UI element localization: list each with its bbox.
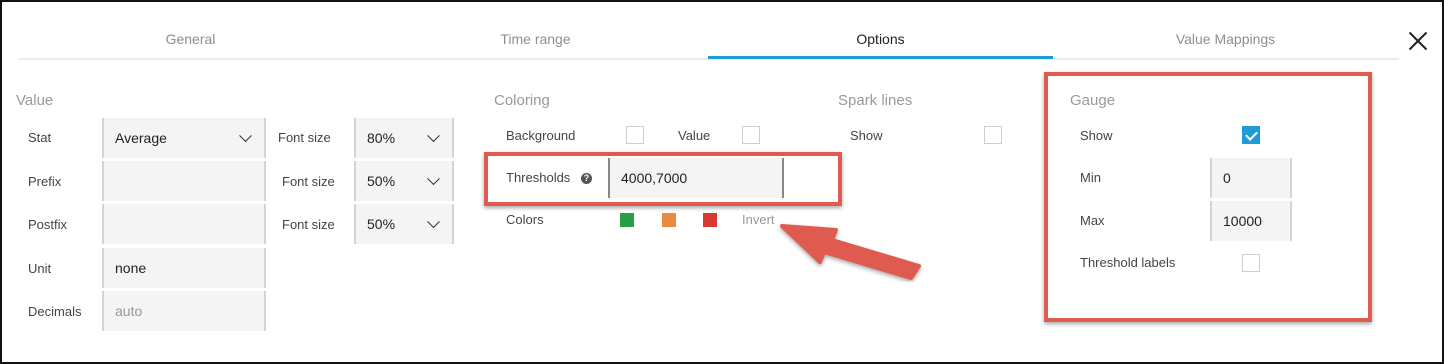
prefix-font-size-select[interactable]: 50% bbox=[354, 161, 454, 201]
postfix-font-size-label: Font size bbox=[282, 217, 335, 232]
unit-value: none bbox=[115, 260, 147, 276]
spark-lines-show-checkbox[interactable] bbox=[984, 126, 1002, 144]
gauge-min-value: 0 bbox=[1223, 170, 1231, 186]
gauge-max-input[interactable]: 10000 bbox=[1210, 201, 1292, 241]
gauge-highlight bbox=[1044, 72, 1372, 322]
dialog: General Time range Options Value Mapping… bbox=[0, 0, 1444, 364]
gauge-max-label: Max bbox=[1080, 213, 1105, 228]
decimals-label: Decimals bbox=[28, 304, 82, 319]
stat-label: Stat bbox=[28, 130, 52, 145]
threshold-labels-label: Threshold labels bbox=[1080, 255, 1176, 270]
tab-options[interactable]: Options bbox=[708, 22, 1053, 58]
chevron-down-icon bbox=[427, 172, 440, 186]
arrow-annotation-icon bbox=[780, 224, 921, 280]
gauge-min-input[interactable]: 0 bbox=[1210, 158, 1292, 198]
background-label: Background bbox=[506, 128, 576, 143]
value-section-title: Value bbox=[16, 92, 54, 109]
font-size-select[interactable]: 80% bbox=[354, 118, 454, 158]
active-tab-indicator bbox=[708, 56, 1053, 59]
gauge-section-title: Gauge bbox=[1070, 92, 1116, 109]
stat-select-value: Average bbox=[115, 130, 167, 146]
tab-bar: General Time range Options Value Mapping… bbox=[18, 22, 1399, 60]
decimals-placeholder: auto bbox=[115, 303, 143, 319]
tab-value-mappings[interactable]: Value Mappings bbox=[1053, 22, 1398, 58]
gauge-max-value: 10000 bbox=[1223, 213, 1262, 229]
invert-link[interactable]: Invert bbox=[742, 212, 775, 227]
threshold-labels-checkbox[interactable] bbox=[1242, 254, 1260, 272]
stat-select[interactable]: Average bbox=[102, 118, 266, 158]
gauge-min-label: Min bbox=[1080, 170, 1101, 185]
tab-time-range[interactable]: Time range bbox=[363, 22, 708, 58]
color-swatch-ok[interactable] bbox=[620, 213, 634, 227]
unit-select[interactable]: none bbox=[102, 248, 266, 288]
postfix-font-size-select[interactable]: 50% bbox=[354, 204, 454, 244]
tab-general[interactable]: General bbox=[18, 22, 363, 58]
thresholds-highlight bbox=[484, 152, 842, 206]
decimals-input[interactable]: auto bbox=[102, 291, 266, 331]
prefix-font-size-value: 50% bbox=[367, 173, 396, 189]
chevron-down-icon bbox=[427, 215, 440, 229]
colors-label: Colors bbox=[506, 212, 544, 227]
value-color-label: Value bbox=[678, 128, 711, 143]
font-size-label: Font size bbox=[278, 130, 331, 145]
coloring-section-title: Coloring bbox=[494, 92, 550, 109]
postfix-input[interactable] bbox=[102, 204, 266, 244]
chevron-down-icon bbox=[239, 129, 252, 143]
prefix-input[interactable] bbox=[102, 161, 266, 201]
font-size-value: 80% bbox=[367, 130, 396, 146]
postfix-font-size-value: 50% bbox=[367, 216, 396, 232]
spark-lines-show-label: Show bbox=[850, 128, 883, 143]
prefix-label: Prefix bbox=[28, 174, 62, 189]
gauge-show-checkbox[interactable] bbox=[1242, 126, 1260, 144]
close-icon[interactable] bbox=[1402, 26, 1434, 58]
color-swatch-warning[interactable] bbox=[662, 213, 676, 227]
gauge-show-label: Show bbox=[1080, 128, 1113, 143]
postfix-label: Postfix bbox=[28, 217, 68, 232]
color-swatch-critical[interactable] bbox=[703, 213, 717, 227]
prefix-font-size-label: Font size bbox=[282, 174, 335, 189]
unit-label: Unit bbox=[28, 261, 52, 276]
value-color-checkbox[interactable] bbox=[742, 126, 760, 144]
chevron-down-icon bbox=[427, 129, 440, 143]
background-checkbox[interactable] bbox=[626, 126, 644, 144]
spark-lines-section-title: Spark lines bbox=[838, 92, 913, 109]
